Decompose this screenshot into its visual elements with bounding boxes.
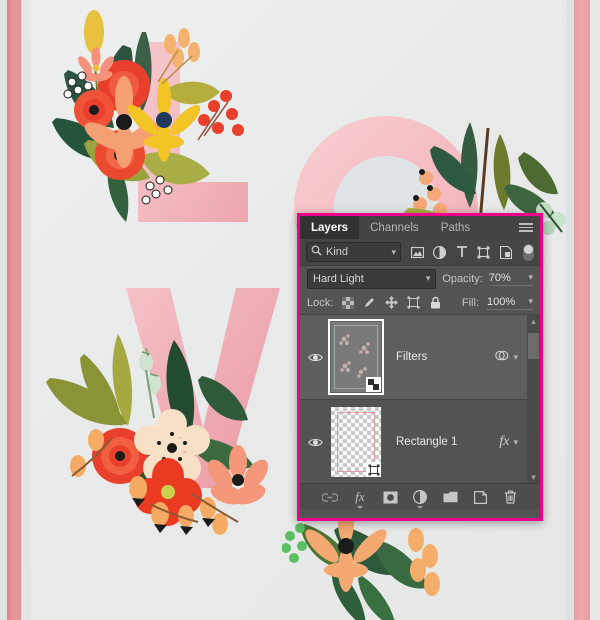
layer-thumbnail [331,407,381,477]
tab-channels-label: Channels [370,221,419,234]
shape-layer-filter-icon[interactable] [477,246,490,259]
layer-thumbnail-wrap[interactable] [326,404,386,480]
add-layer-mask-icon[interactable] [382,489,398,505]
right-outer-margin [590,0,600,620]
opacity-field[interactable]: 70% ▾ [488,271,533,286]
panel-bottom-toolbar: fx [300,483,540,510]
chevron-down-icon[interactable]: ▾ [513,437,518,448]
lock-position-icon[interactable] [385,296,399,309]
chevron-down-icon: ▾ [425,273,431,283]
blend-mode-value: Hard Light [313,272,364,285]
pixel-layer-filter-icon[interactable] [411,246,424,259]
chevron-down-icon: ▾ [528,296,533,306]
lock-all-icon[interactable] [429,296,442,309]
smart-object-badge-icon [366,377,381,392]
left-pink-stripe [7,0,21,620]
add-layer-style-fx-icon[interactable]: fx [352,489,368,509]
right-gap [566,0,574,620]
screenshot-root: Layers Channels Paths Kind ▾ Hard Light … [0,0,600,620]
layer-visibility-eye-icon[interactable] [304,352,326,363]
layer-thumbnail-wrap[interactable] [326,319,386,395]
left-outer-margin [0,0,7,620]
scrollbar-thumb[interactable] [528,333,539,359]
chevron-down-icon[interactable]: ▾ [513,352,518,363]
new-layer-icon[interactable] [472,489,488,505]
chevron-down-icon: ▾ [528,272,533,282]
type-layer-filter-icon[interactable] [455,246,468,259]
fill-label: Fill: [461,296,479,309]
lock-artboard-nesting-icon[interactable] [407,296,420,309]
layer-name[interactable]: Filters [386,351,495,363]
panel-menu-icon[interactable] [519,216,533,239]
lock-transparent-pixels-icon[interactable] [341,296,354,309]
lock-row: Lock: Fill: 100% ▾ [300,291,540,315]
tab-layers[interactable]: Layers [300,216,360,239]
layers-panel[interactable]: Layers Channels Paths Kind ▾ Hard Light … [300,216,540,518]
layer-list: Filters ▾ Rectangle 1 fx ▾ ▲ ▼ [300,315,540,483]
scroll-up-arrow-icon[interactable]: ▲ [530,315,538,327]
scroll-down-arrow-icon[interactable]: ▼ [530,471,538,483]
fill-field[interactable]: 100% ▾ [487,296,533,310]
lock-icon-group [341,296,442,309]
blend-mode-select[interactable]: Hard Light ▾ [307,268,437,289]
layer-thumbnail [328,319,384,395]
layer-list-scrollbar[interactable]: ▲ ▼ [527,315,540,483]
link-layers-icon[interactable] [322,489,338,505]
tab-channels[interactable]: Channels [359,216,430,239]
fx-icon[interactable]: fx [499,434,509,450]
table-row[interactable]: Rectangle 1 fx ▾ [300,400,540,483]
adjustment-layer-filter-icon[interactable] [433,245,446,259]
new-adjustment-layer-icon[interactable] [412,489,428,509]
vector-mask-badge-icon [366,462,381,477]
floral-bouquet-L [28,10,258,230]
opacity-label: Opacity: [442,272,483,285]
search-icon [311,245,322,259]
tab-paths[interactable]: Paths [429,216,482,239]
blend-mode-row: Hard Light ▾ Opacity: 70% ▾ [300,266,540,291]
lock-label: Lock: [307,296,334,309]
new-group-icon[interactable] [442,489,458,505]
fill-value: 100% [487,295,516,308]
floral-bouquet-V [42,318,292,538]
tab-layers-label: Layers [311,221,349,234]
layer-visibility-eye-icon[interactable] [304,437,326,448]
filter-row: Kind ▾ [300,239,540,266]
lock-image-pixels-icon[interactable] [363,296,376,309]
tab-paths-label: Paths [440,221,471,234]
chevron-down-icon: ▾ [391,246,396,257]
floral-bouquet-bottom [282,512,462,620]
table-row[interactable]: Filters ▾ [300,315,540,400]
right-pink-stripe [574,0,590,620]
filter-toggle-switch[interactable] [523,243,534,261]
filter-icon-group [411,245,512,259]
layer-name[interactable]: Rectangle 1 [386,436,499,448]
delete-layer-icon[interactable] [502,489,518,505]
smart-object-filter-icon[interactable] [499,245,512,259]
opacity-value: 70% [488,271,511,284]
panel-tab-bar: Layers Channels Paths [300,216,540,239]
filter-kind-label: Kind [326,246,349,258]
smart-filter-icon[interactable] [495,349,509,365]
filter-kind-select[interactable]: Kind ▾ [306,242,401,262]
scrollbar-track[interactable] [527,327,540,471]
